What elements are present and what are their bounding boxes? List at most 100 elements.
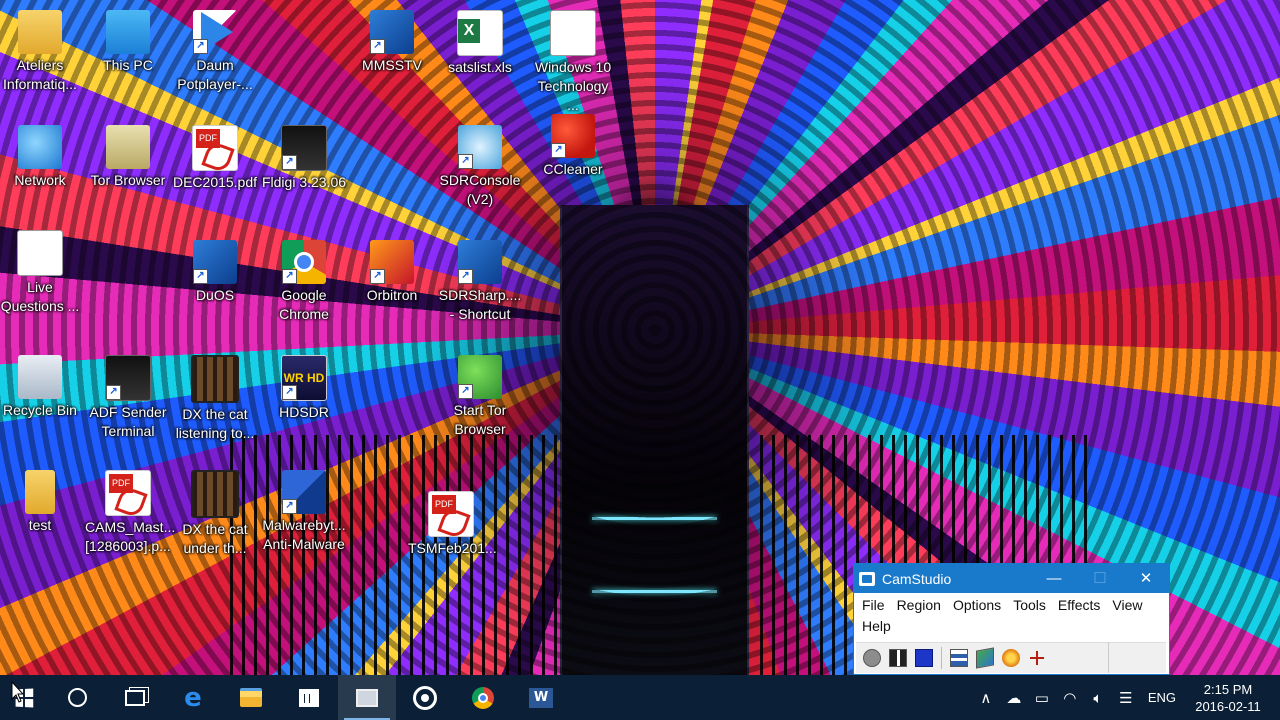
desktop-icon-tsmfeb[interactable]: TSMFeb201... — [408, 491, 497, 558]
volume-icon[interactable]: 🔈︎ — [1084, 689, 1112, 707]
chrome-icon — [472, 686, 494, 709]
desktop-icon-tor-browser[interactable]: Tor Browser — [85, 125, 171, 190]
wifi-icon[interactable]: ◠ — [1056, 689, 1084, 707]
toolbar-divider — [1108, 642, 1109, 673]
autopan-icon[interactable] — [1028, 649, 1046, 667]
desktop-icon-dec2015[interactable]: DEC2015.pdf — [172, 125, 258, 192]
ccleaner-icon: ↗ — [551, 114, 595, 158]
document-thumbnail-icon — [550, 10, 596, 56]
computer-icon — [106, 10, 150, 54]
show-hidden-icons-chevron[interactable]: ∧ — [972, 689, 1000, 707]
menu-region[interactable]: Region — [892, 595, 946, 616]
clock[interactable]: 2:15 PM 2016-02-11 — [1188, 681, 1280, 715]
camstudio-app-icon — [859, 571, 875, 586]
folder-icon — [240, 688, 262, 707]
action-center-icon[interactable]: ☰ — [1112, 689, 1140, 707]
desktop-icon-mmsstv[interactable]: ↗ MMSSTV — [349, 10, 435, 75]
pause-icon[interactable] — [889, 649, 907, 667]
taskbar-word[interactable]: W — [512, 675, 570, 720]
recycle-bin-icon — [18, 355, 62, 399]
desktop-icon-dx-cat-under[interactable]: DX the cat under th... — [172, 470, 258, 558]
groove-music-icon — [413, 685, 437, 710]
desktop-icon-this-pc[interactable]: This PC — [85, 10, 171, 75]
onedrive-icon[interactable]: ☁ — [1000, 689, 1028, 707]
desktop-icon-malwarebytes[interactable]: ↗ Malwarebyt... Anti-Malware — [261, 470, 347, 554]
taskbar-camstudio[interactable] — [338, 675, 396, 720]
menu-view[interactable]: View — [1107, 595, 1147, 616]
desktop-icon-recycle-bin[interactable]: Recycle Bin — [0, 355, 83, 420]
tunnel-walkway — [560, 205, 749, 675]
cortana-search[interactable] — [48, 675, 106, 720]
taskbar-chrome[interactable] — [454, 675, 512, 720]
maximize-button: ☐ — [1093, 570, 1107, 587]
annotate-icon[interactable] — [976, 647, 994, 669]
menu-file[interactable]: File — [857, 595, 890, 616]
mmsstv-icon: ↗ — [370, 10, 414, 54]
menu-options[interactable]: Options — [948, 595, 1006, 616]
pdf-icon — [192, 125, 238, 171]
network-icon — [18, 125, 62, 169]
tor-folder-icon — [106, 125, 150, 169]
clock-time: 2:15 PM — [1203, 681, 1253, 697]
close-button[interactable]: ✕ — [1123, 564, 1169, 593]
menu-effects[interactable]: Effects — [1053, 595, 1106, 616]
desktop-icon-hdsdr[interactable]: WR HD ↗ HDSDR — [261, 355, 347, 422]
desktop-icon-network[interactable]: Network — [0, 125, 83, 190]
pdf-icon — [428, 491, 474, 537]
camstudio-window[interactable]: CamStudio — ☐ ✕ File Region Options Tool… — [853, 563, 1170, 675]
media-player-icon: ↗ — [193, 10, 237, 54]
options-icon[interactable] — [1002, 649, 1020, 667]
menu-help[interactable]: Help — [857, 616, 896, 637]
desktop-icon-sdrsharp[interactable]: ↗ SDRSharp.... - Shortcut — [437, 240, 523, 324]
region-icon[interactable] — [950, 649, 968, 667]
desktop-icon-sdrconsole[interactable]: ↗ SDRConsole (V2) — [437, 125, 523, 209]
orbitron-icon: ↗ — [370, 240, 414, 284]
taskbar-groove-music[interactable] — [396, 675, 454, 720]
task-view[interactable] — [106, 675, 164, 720]
battery-icon[interactable]: ▭ — [1028, 689, 1056, 707]
desktop-icon-google-chrome[interactable]: ↗ Google Chrome — [261, 240, 347, 324]
camstudio-toolbar — [856, 642, 1166, 673]
taskbar-file-explorer[interactable] — [222, 675, 280, 720]
desktop-icon-cams-master[interactable]: CAMS_Mast... [1286003].p... — [85, 470, 175, 556]
toolbar-separator — [941, 647, 942, 669]
desktop-icon-test[interactable]: test — [0, 470, 83, 535]
video-file-icon — [191, 470, 239, 518]
document-thumbnail-icon — [17, 230, 63, 276]
fldigi-icon: ↗ — [281, 125, 327, 171]
duos-icon: ↗ — [193, 240, 237, 284]
desktop-icon-adf-sender[interactable]: ↗ ADF Sender Terminal — [85, 355, 171, 441]
taskbar-store[interactable] — [280, 675, 338, 720]
desktop-icon-orbitron[interactable]: ↗ Orbitron — [349, 240, 435, 305]
menu-bar: File Region Options Tools Effects View H… — [854, 593, 1169, 637]
stop-icon[interactable] — [915, 649, 933, 667]
desktop-icon-fldigi[interactable]: ↗ Fldigi 3.23.06 — [261, 125, 347, 192]
sdrconsole-icon: ↗ — [458, 125, 502, 169]
desktop-icon-potplayer[interactable]: ↗ Daum Potplayer-... — [172, 10, 258, 94]
chrome-icon: ↗ — [282, 240, 326, 284]
input-language[interactable]: ENG — [1140, 690, 1188, 705]
system-tray: ∧ ☁ ▭ ◠ 🔈︎ ☰ ENG 2:15 PM 2016-02-11 — [972, 675, 1280, 720]
desktop-icon-start-tor-browser[interactable]: ↗ Start Tor Browser — [437, 355, 523, 439]
window-title: CamStudio — [882, 570, 952, 587]
edge-icon: e — [184, 682, 202, 713]
menu-tools[interactable]: Tools — [1008, 595, 1051, 616]
user-folder-icon — [18, 10, 62, 54]
hdsdr-icon: WR HD ↗ — [281, 355, 327, 401]
task-view-icon — [125, 689, 145, 706]
desktop-icon-ateliers[interactable]: Ateliers Informatiq... — [0, 10, 83, 94]
desktop-icon-satslist[interactable]: satslist.xls — [437, 10, 523, 77]
tor-globe-icon: ↗ — [458, 355, 502, 399]
desktop-icon-live-questions[interactable]: Live Questions ... — [0, 230, 83, 316]
record-icon[interactable] — [863, 649, 881, 667]
cortana-circle-icon — [67, 688, 87, 707]
desktop-icon-ccleaner[interactable]: ↗ CCleaner — [530, 114, 616, 179]
adf-sender-icon: ↗ — [105, 355, 151, 401]
camstudio-titlebar[interactable]: CamStudio — ☐ ✕ — [854, 564, 1169, 593]
desktop-icon-windows10-technology[interactable]: Windows 10 Technology ... — [530, 10, 616, 115]
desktop-icon-dx-cat-listening[interactable]: DX the cat listening to... — [172, 355, 258, 443]
clock-date: 2016-02-11 — [1195, 698, 1261, 714]
desktop-icon-duos[interactable]: ↗ DuOS — [172, 240, 258, 305]
taskbar-edge[interactable]: e — [164, 675, 222, 720]
minimize-button[interactable]: — — [1031, 564, 1077, 593]
